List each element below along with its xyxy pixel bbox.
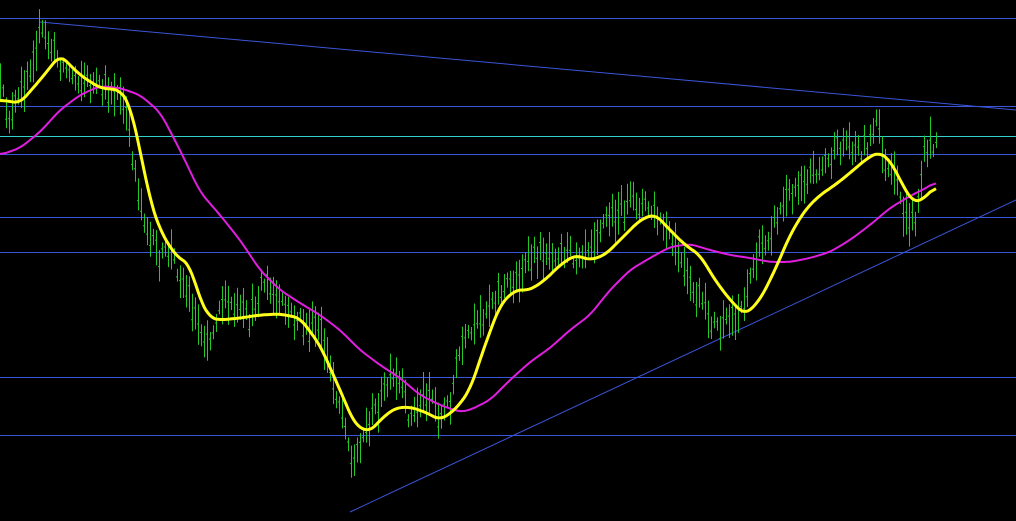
chart-background (0, 0, 1016, 521)
chart-area (0, 0, 1016, 521)
price-chart (0, 0, 1016, 521)
